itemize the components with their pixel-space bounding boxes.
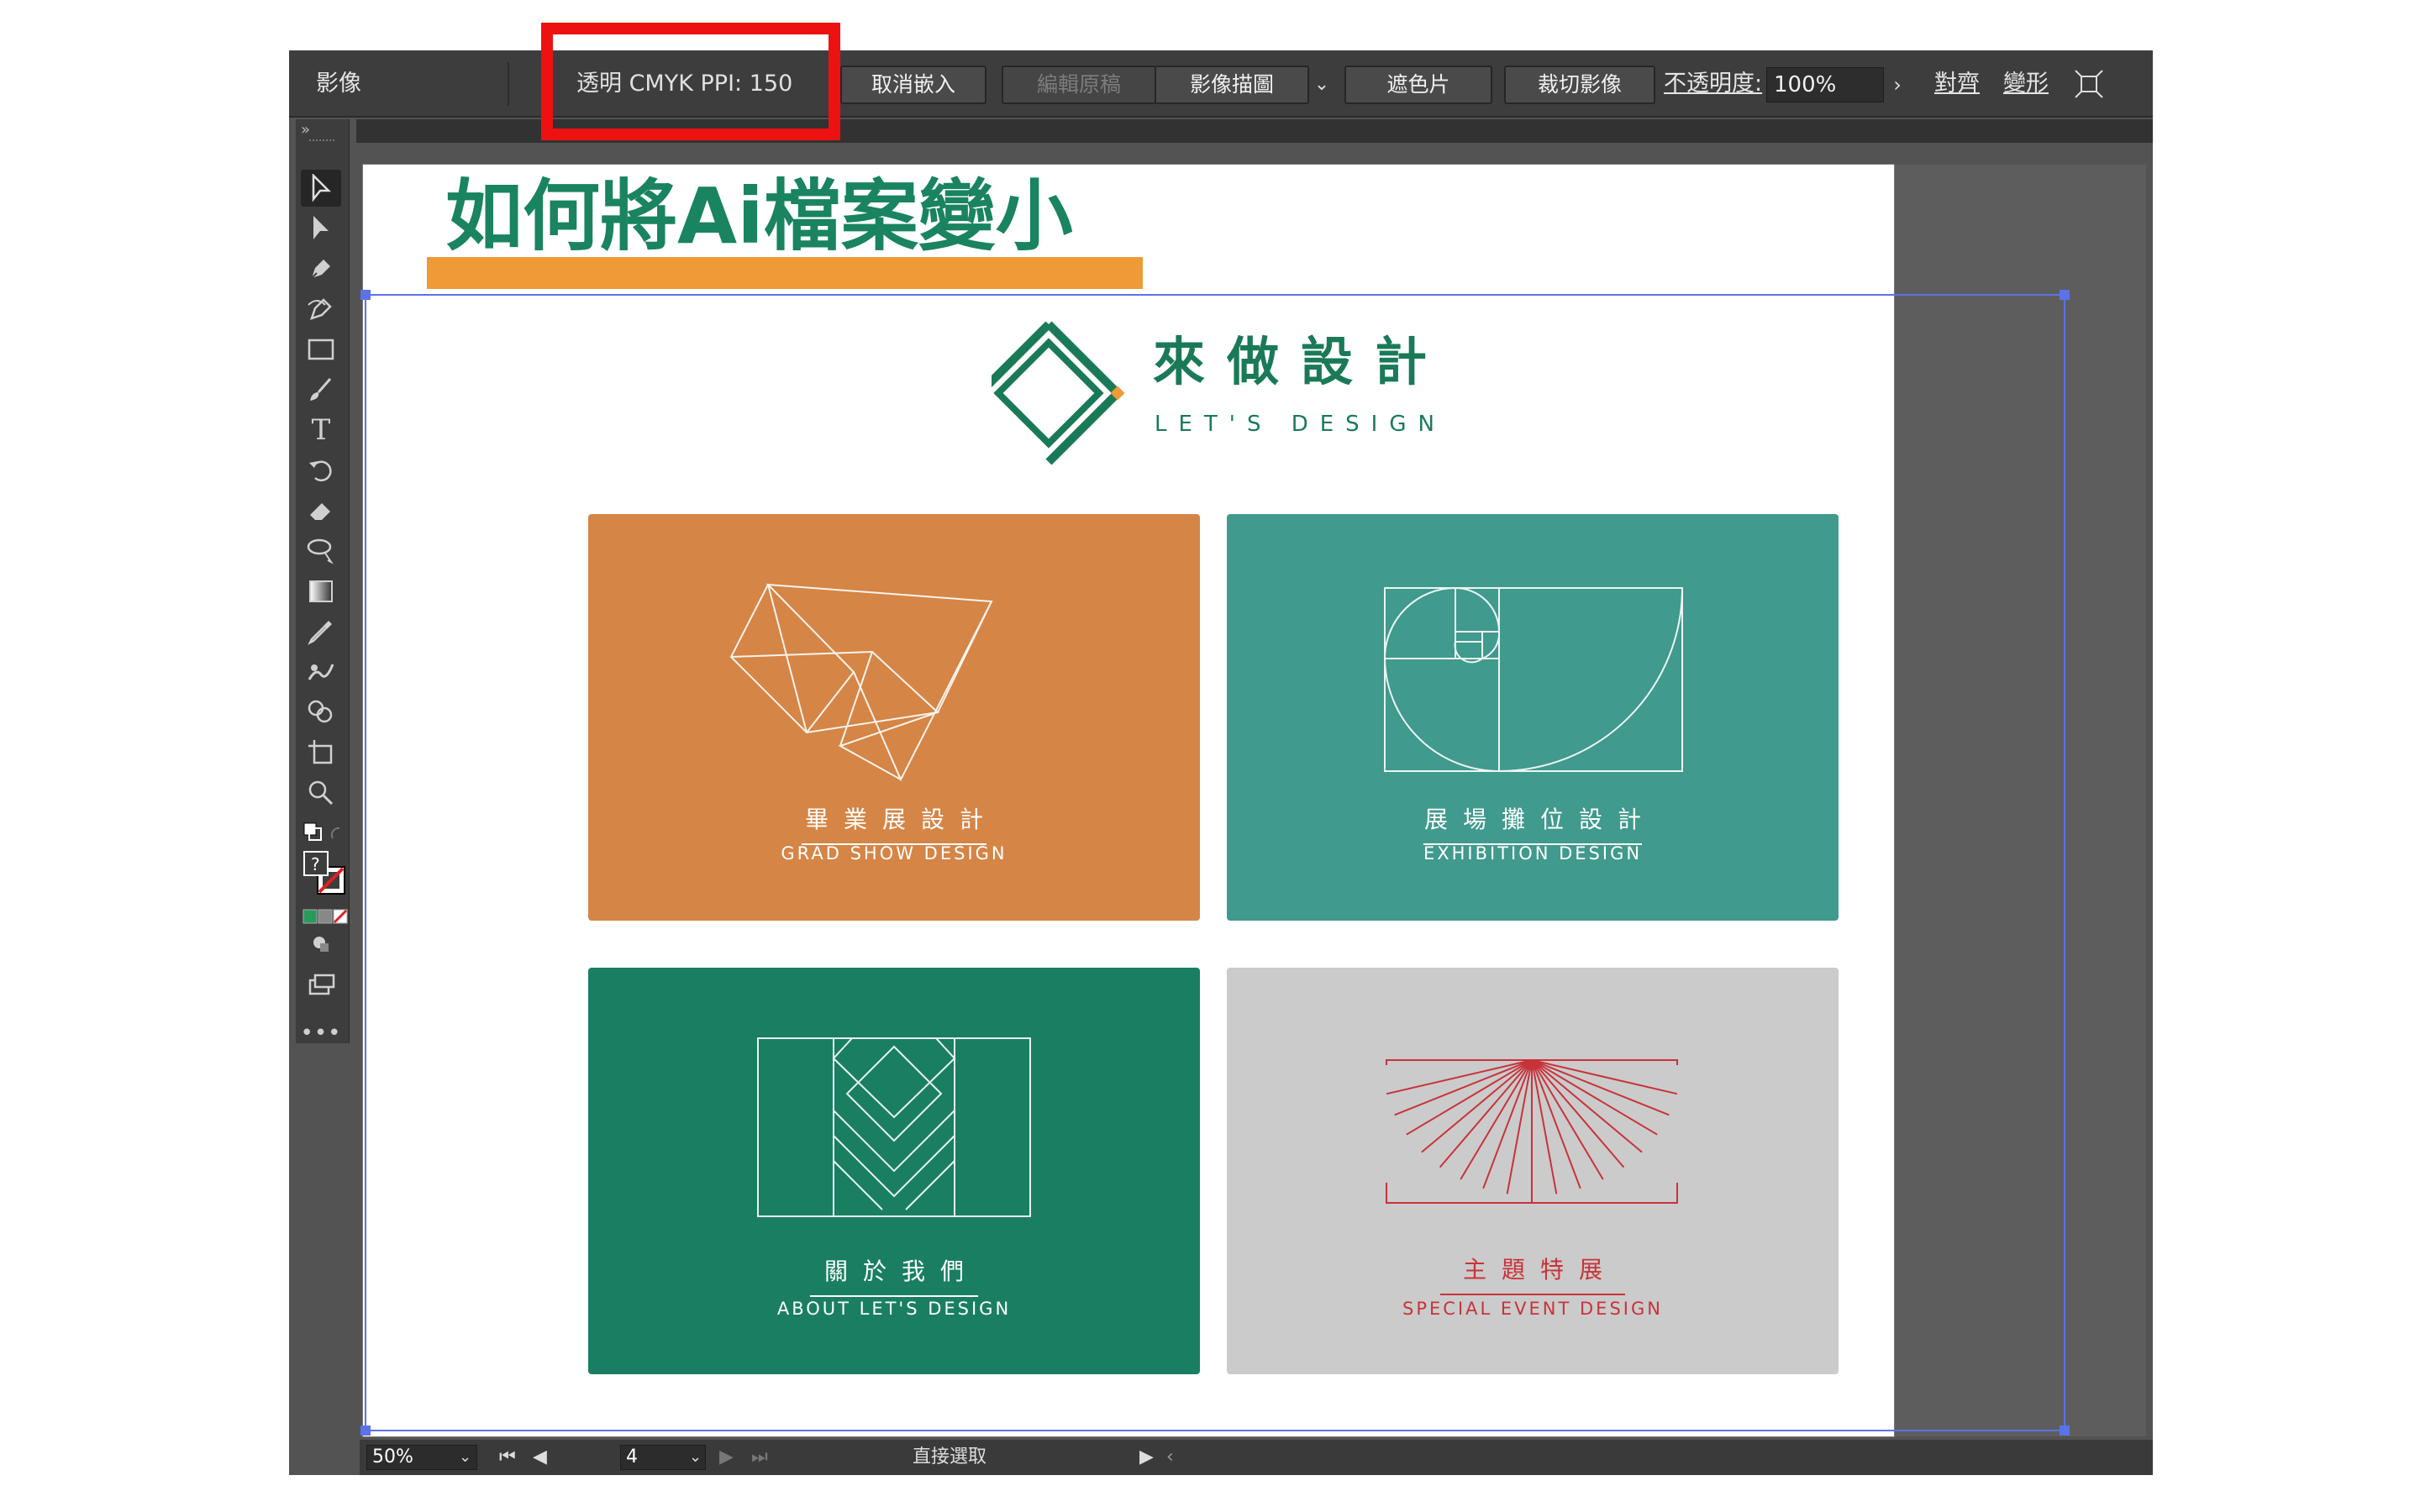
rotate-tool-icon[interactable] bbox=[301, 452, 341, 489]
fill-stroke-swatch[interactable]: ? bbox=[302, 850, 350, 899]
logo-chinese-text: 來做設計 bbox=[1153, 331, 1449, 392]
screen-mode-icon[interactable] bbox=[301, 966, 341, 1003]
curvature-tool-icon[interactable] bbox=[301, 291, 341, 328]
card-title-en: GRAD SHOW DESIGN bbox=[781, 843, 1007, 864]
status-menu-icon[interactable]: ▶ bbox=[1139, 1440, 1154, 1475]
card-title-underline bbox=[810, 1295, 978, 1297]
current-tool-name: 直接選取 bbox=[912, 1446, 986, 1467]
edit-original-button[interactable]: 編輯原稿 bbox=[1002, 66, 1156, 104]
logo-mark-icon bbox=[976, 321, 1125, 465]
paintbrush-tool-icon[interactable] bbox=[301, 371, 341, 408]
next-page-icon[interactable]: ▶ bbox=[719, 1440, 734, 1475]
page-title: 如何將Ai檔案變小 bbox=[445, 171, 1073, 261]
transform-button[interactable]: 變形 bbox=[2003, 50, 2049, 118]
page-dropdown-icon[interactable]: ⌄ bbox=[689, 1440, 702, 1475]
card-grad-show[interactable]: 畢業展設計 GRAD SHOW DESIGN bbox=[588, 514, 1200, 921]
swap-fill-stroke-icon[interactable] bbox=[302, 822, 345, 845]
card-title-cn: 畢業展設計 bbox=[804, 806, 998, 833]
eyedropper-tool-icon[interactable] bbox=[301, 613, 341, 650]
last-page-icon[interactable]: ⏭ bbox=[751, 1440, 768, 1475]
divider bbox=[508, 62, 509, 106]
card-title-cn: 展場攤位設計 bbox=[1423, 806, 1656, 833]
direct-selection-tool-icon[interactable] bbox=[301, 210, 341, 247]
card-title-cn: 主題特展 bbox=[1462, 1256, 1618, 1284]
align-button[interactable]: 對齊 bbox=[1934, 50, 1980, 118]
opacity-input[interactable]: 100% bbox=[1766, 67, 1884, 102]
unembed-button[interactable]: 取消嵌入 bbox=[840, 66, 986, 104]
card-exhibition[interactable]: 展場攤位設計 EXHIBITION DESIGN bbox=[1227, 514, 1839, 921]
card-title-underline bbox=[1440, 1294, 1625, 1295]
card-title-en: SPECIAL EVENT DESIGN bbox=[1402, 1299, 1663, 1319]
highlight-box bbox=[541, 23, 840, 140]
draw-mode-icon[interactable] bbox=[301, 926, 341, 963]
card-title-en: ABOUT LET'S DESIGN bbox=[776, 1299, 1012, 1319]
mask-button[interactable]: 遮色片 bbox=[1344, 66, 1492, 104]
card-special-event[interactable]: 主題特展 SPECIAL EVENT DESIGN bbox=[1227, 968, 1839, 1374]
card-title-en: EXHIBITION DESIGN bbox=[1423, 843, 1643, 864]
card-title-cn: 關於我們 bbox=[823, 1257, 979, 1285]
resize-handle[interactable] bbox=[360, 1425, 371, 1436]
shape-builder-tool-icon[interactable] bbox=[301, 694, 341, 731]
opacity-label[interactable]: 不透明度: bbox=[1664, 50, 1762, 118]
isolate-icon[interactable] bbox=[2074, 69, 2104, 99]
title-underline-bar bbox=[427, 257, 1143, 289]
first-page-icon[interactable]: ⏮ bbox=[499, 1440, 516, 1475]
logo-english-text: LET'S DESIGN bbox=[1155, 412, 1446, 437]
type-tool-icon[interactable]: T bbox=[301, 412, 341, 449]
crop-image-button[interactable]: 裁切影像 bbox=[1504, 66, 1655, 104]
collapse-icon[interactable]: » bbox=[301, 121, 310, 139]
status-bar: 50% ⌄ ⏮ ◀ 4 ⌄ ▶ ⏭ 直接選取 ▶ ‹ bbox=[360, 1440, 2153, 1475]
chevron-right-icon[interactable]: › bbox=[1886, 67, 1909, 102]
zoom-dropdown-icon[interactable]: ⌄ bbox=[459, 1440, 471, 1475]
artboard-tool-icon[interactable] bbox=[301, 734, 341, 771]
image-trace-button[interactable]: 影像描圖 bbox=[1155, 66, 1309, 104]
grip-icon[interactable] bbox=[309, 139, 334, 144]
gradient-tool-icon[interactable] bbox=[301, 573, 341, 610]
resize-handle[interactable] bbox=[2060, 1425, 2070, 1436]
card-about[interactable]: 關於我們 ABOUT LET'S DESIGN bbox=[588, 968, 1200, 1374]
resize-handle[interactable] bbox=[360, 290, 371, 300]
pen-tool-icon[interactable] bbox=[301, 250, 341, 287]
color-mode-icon[interactable] bbox=[302, 909, 350, 924]
lasso-tool-icon[interactable] bbox=[301, 533, 341, 570]
panel-label: 影像 bbox=[316, 71, 361, 97]
tools-panel: » T ? ••• bbox=[296, 119, 350, 1046]
puppet-warp-tool-icon[interactable] bbox=[301, 654, 341, 690]
more-tools-icon[interactable]: ••• bbox=[301, 1015, 341, 1052]
image-trace-dropdown-icon[interactable]: ⌄ bbox=[1309, 66, 1334, 104]
rectangle-tool-icon[interactable] bbox=[301, 331, 341, 368]
resize-handle[interactable] bbox=[2060, 290, 2070, 300]
previous-page-icon[interactable]: ◀ bbox=[533, 1440, 547, 1475]
selection-tool-icon[interactable] bbox=[301, 170, 341, 207]
zoom-tool-icon[interactable] bbox=[301, 774, 341, 811]
svg-text:?: ? bbox=[311, 854, 320, 874]
eraser-tool-icon[interactable] bbox=[301, 492, 341, 529]
scroll-left-icon[interactable]: ‹ bbox=[1166, 1440, 1174, 1475]
